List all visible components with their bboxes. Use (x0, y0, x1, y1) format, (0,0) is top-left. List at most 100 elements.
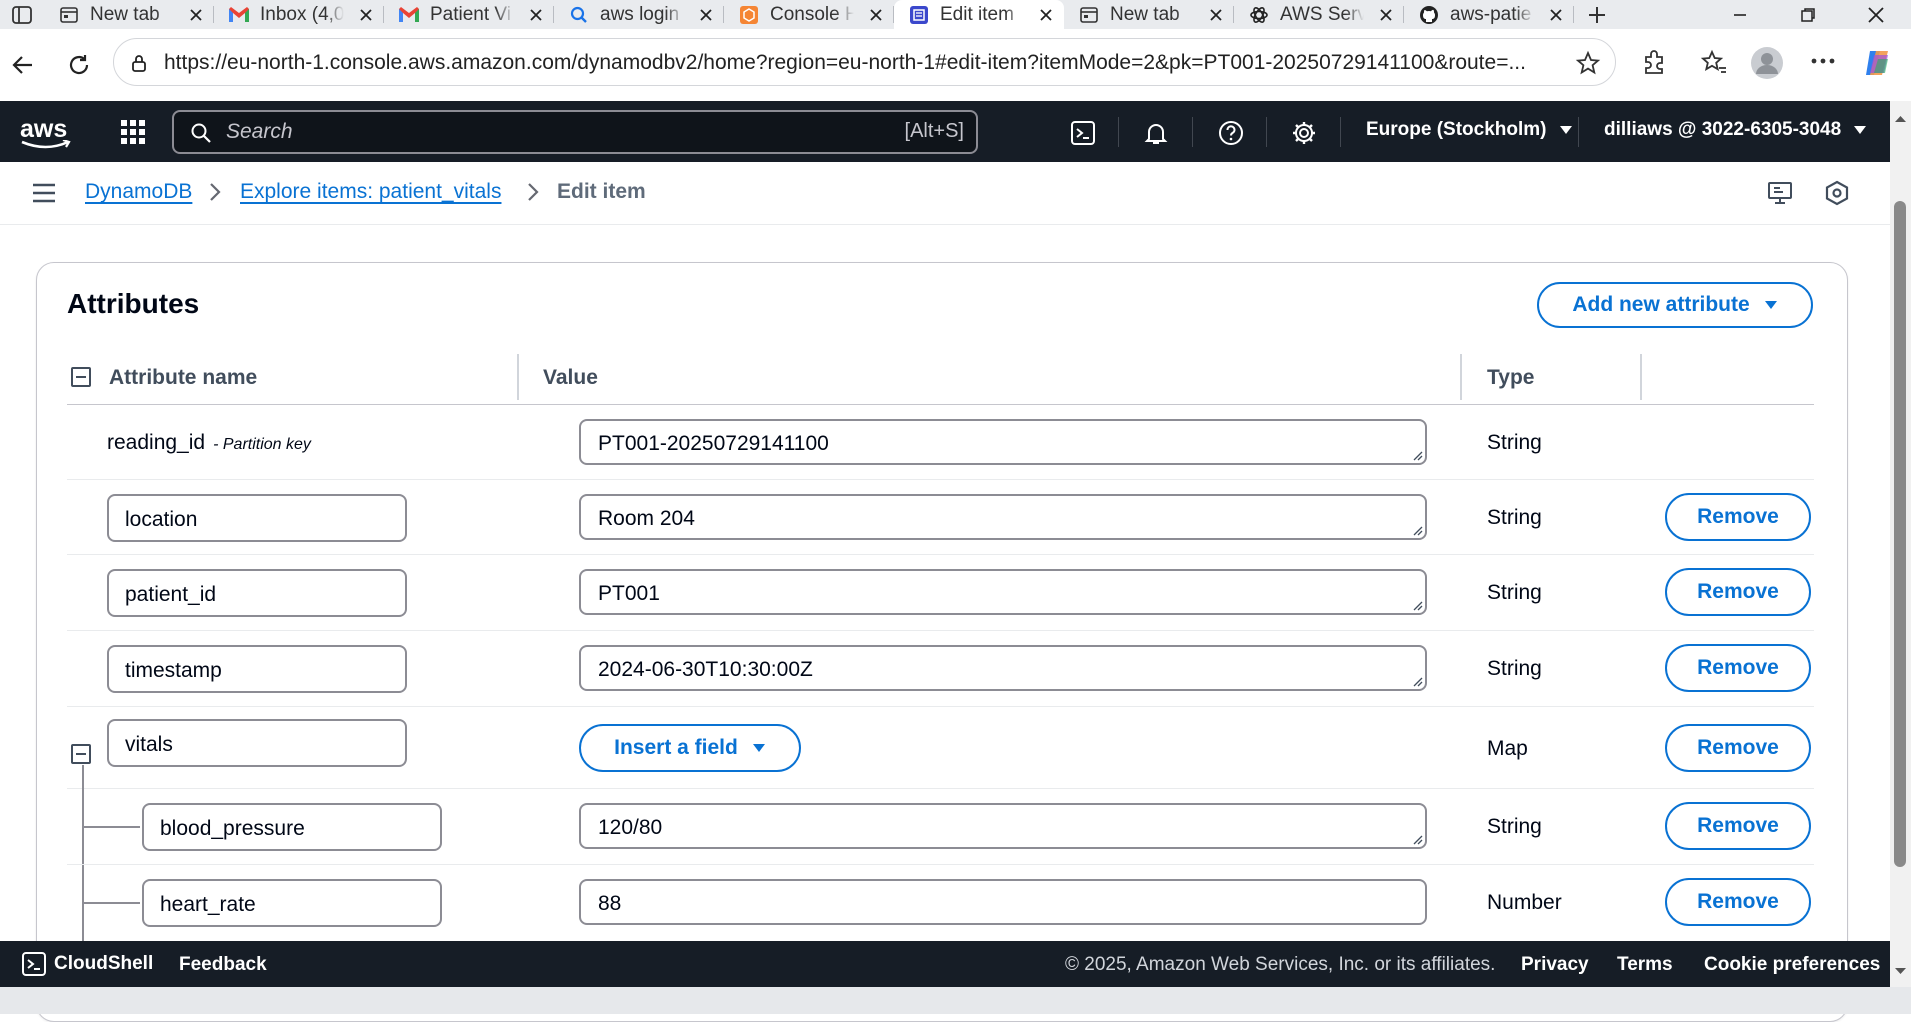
settings-hexagon-icon[interactable] (1824, 180, 1850, 206)
attribute-name-input[interactable]: vitals (107, 719, 407, 767)
breadcrumb-dynamodb[interactable]: DynamoDB (85, 180, 192, 204)
gear-icon[interactable] (1289, 118, 1319, 148)
browser-tab[interactable]: Inbox (4,0 (214, 0, 384, 29)
reload-icon[interactable] (62, 48, 96, 82)
remove-button[interactable]: Remove (1665, 802, 1811, 850)
attribute-value-input[interactable]: Room 204 (579, 494, 1427, 540)
page-scrollbar[interactable] (1890, 101, 1911, 987)
remove-button[interactable]: Remove (1665, 644, 1811, 692)
close-icon[interactable] (1544, 3, 1568, 27)
privacy-link[interactable]: Privacy (1521, 954, 1589, 976)
services-grid-icon[interactable] (120, 119, 146, 145)
site-info-lock-icon[interactable] (128, 52, 150, 74)
column-divider[interactable] (517, 354, 519, 400)
tab-actions-icon[interactable] (0, 0, 44, 29)
profile-avatar-icon[interactable] (1750, 46, 1784, 80)
favorite-star-icon[interactable] (1575, 50, 1601, 76)
account-menu[interactable]: dilliaws @ 3022-6305-3048 (1604, 119, 1867, 141)
collapse-all-icon[interactable] (71, 367, 91, 387)
browser-tab[interactable]: New tab (44, 0, 214, 29)
close-icon[interactable] (354, 3, 378, 27)
new-tab-icon (58, 4, 80, 26)
attribute-type: String (1487, 431, 1542, 454)
cloudshell-footer-button[interactable]: CloudShell (22, 952, 153, 976)
search-placeholder: Search (226, 120, 293, 143)
chevron-right-icon (526, 182, 540, 202)
attribute-value-input[interactable]: 2024-06-30T10:30:00Z (579, 645, 1427, 691)
column-divider[interactable] (1640, 354, 1642, 400)
resize-grip-icon[interactable] (1411, 675, 1423, 687)
close-icon[interactable] (694, 3, 718, 27)
url-bar[interactable]: https://eu-north-1.console.aws.amazon.co… (113, 38, 1616, 86)
attribute-name-text: location (125, 508, 198, 531)
remove-button[interactable]: Remove (1665, 568, 1811, 616)
remove-button[interactable]: Remove (1665, 724, 1811, 772)
tab-title: New tab (90, 3, 160, 25)
restore-icon[interactable] (1773, 0, 1843, 29)
window-close-icon[interactable] (1841, 0, 1911, 29)
feedback-link[interactable]: Feedback (179, 954, 267, 976)
browser-tab[interactable]: New tab (1064, 0, 1234, 29)
insert-field-button[interactable]: Insert a field (579, 724, 801, 772)
resize-grip-icon[interactable] (1411, 449, 1423, 461)
browser-tab-active[interactable]: Edit item (894, 0, 1064, 29)
add-new-attribute-button[interactable]: Add new attribute (1537, 282, 1813, 328)
aws-logo[interactable]: aws (20, 115, 72, 150)
attribute-value-input[interactable]: PT001 (579, 569, 1427, 615)
resize-grip-icon[interactable] (1411, 833, 1423, 845)
scroll-down-icon[interactable] (1890, 963, 1911, 979)
extensions-icon[interactable] (1640, 48, 1668, 76)
close-icon[interactable] (1034, 3, 1058, 27)
caret-down-icon (1764, 301, 1777, 309)
attribute-name-input[interactable]: location (107, 494, 407, 542)
caret-down-icon (1854, 126, 1867, 134)
attribute-name-input[interactable]: timestamp (107, 645, 407, 693)
aws-search-input[interactable]: Search [Alt+S] (172, 110, 978, 154)
browser-tab-strip: New tab Inbox (4,0 Patient Vi aws login … (0, 0, 1911, 29)
console-footer: CloudShell Feedback © 2025, Amazon Web S… (0, 941, 1890, 987)
attribute-name-input[interactable]: patient_id (107, 569, 407, 617)
attribute-name-input[interactable]: blood_pressure (142, 803, 442, 851)
bell-icon[interactable] (1141, 118, 1171, 148)
terms-link[interactable]: Terms (1617, 954, 1673, 976)
region-selector[interactable]: Europe (Stockholm) (1366, 119, 1573, 141)
attribute-value-input[interactable]: PT001-20250729141100 (579, 419, 1427, 465)
browser-tab[interactable]: Console H (724, 0, 894, 29)
breadcrumb-explore-items[interactable]: Explore items: patient_vitals (240, 180, 501, 204)
close-icon[interactable] (524, 3, 548, 27)
help-icon[interactable] (1216, 118, 1246, 148)
browser-tab[interactable]: AWS Serv (1234, 0, 1404, 29)
attribute-row-map: vitals Insert a field Map Remove (67, 707, 1814, 789)
browser-tab[interactable]: aws login (554, 0, 724, 29)
feedback-panel-icon[interactable] (1767, 180, 1793, 206)
remove-button[interactable]: Remove (1665, 493, 1811, 541)
scrollbar-thumb[interactable] (1894, 201, 1906, 867)
dynamodb-icon (908, 4, 930, 26)
breadcrumb-current: Edit item (557, 180, 646, 203)
collapse-map-icon[interactable] (71, 744, 91, 764)
close-icon[interactable] (1374, 3, 1398, 27)
new-tab-plus-icon[interactable] (1574, 0, 1620, 29)
back-arrow-icon[interactable] (6, 48, 40, 82)
close-icon[interactable] (1204, 3, 1228, 27)
more-options-icon[interactable] (1810, 57, 1836, 65)
hamburger-menu-icon[interactable] (32, 182, 56, 204)
cookie-preferences-link[interactable]: Cookie preferences (1704, 954, 1880, 976)
resize-grip-icon[interactable] (1411, 524, 1423, 536)
attribute-value-input[interactable]: 88 (579, 879, 1427, 925)
column-divider[interactable] (1460, 354, 1462, 400)
close-icon[interactable] (184, 3, 208, 27)
cloudshell-icon[interactable] (1068, 118, 1098, 148)
remove-button[interactable]: Remove (1665, 878, 1811, 926)
browser-tab[interactable]: Patient Vi (384, 0, 554, 29)
attribute-name-input[interactable]: heart_rate (142, 879, 442, 927)
resize-grip-icon[interactable] (1411, 599, 1423, 611)
attribute-value-input[interactable]: 120/80 (579, 803, 1427, 849)
browser-tab[interactable]: aws-patie (1404, 0, 1574, 29)
favorites-icon[interactable] (1700, 48, 1728, 76)
scroll-up-icon[interactable] (1890, 111, 1911, 127)
minimize-icon[interactable] (1705, 0, 1775, 29)
close-icon[interactable] (864, 3, 888, 27)
breadcrumb-bar: DynamoDB Explore items: patient_vitals E… (0, 162, 1890, 225)
copilot-icon[interactable] (1862, 47, 1894, 79)
